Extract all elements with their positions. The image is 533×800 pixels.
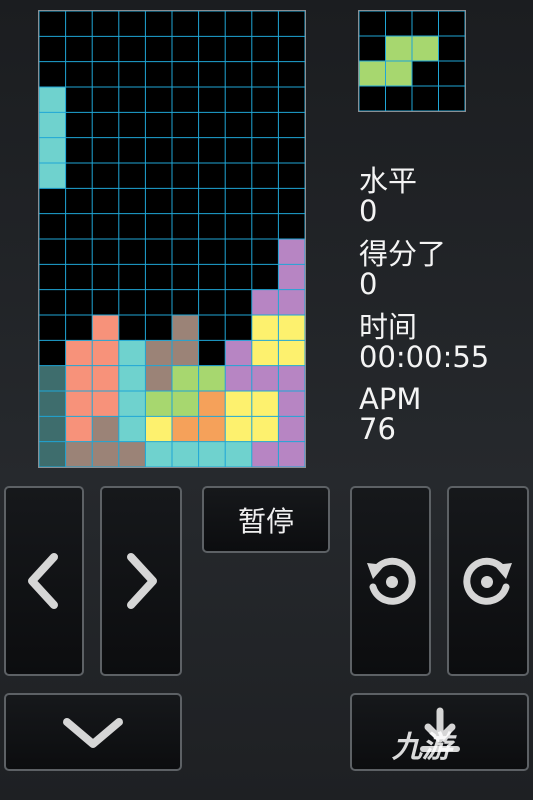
- board-grid: [39, 11, 305, 467]
- board-block: [118, 416, 146, 442]
- time-value: 00:00:55: [359, 340, 490, 374]
- preview-block: [412, 36, 439, 61]
- board-block: [278, 416, 305, 442]
- board-block: [65, 391, 93, 417]
- board-block: [92, 416, 119, 442]
- board-block: [39, 137, 66, 163]
- board-block: [251, 315, 279, 341]
- board-block: [65, 365, 93, 391]
- board-block: [225, 441, 252, 467]
- level-value: 0: [359, 194, 378, 228]
- board-block: [39, 391, 66, 417]
- level-label: 水平: [359, 164, 418, 198]
- board-block: [225, 391, 252, 417]
- board-block: [118, 340, 146, 366]
- preview-block: [385, 61, 412, 86]
- preview-grid: [359, 11, 465, 111]
- chevron-left-icon: [28, 553, 58, 609]
- game-board: [38, 10, 306, 468]
- pause-button[interactable]: 暂停: [202, 486, 330, 553]
- chevron-down-icon: [63, 718, 123, 748]
- apm-label: APM: [359, 382, 422, 416]
- move-left-button[interactable]: [4, 486, 84, 676]
- board-block: [225, 416, 252, 442]
- board-block: [65, 441, 93, 467]
- board-block: [198, 441, 226, 467]
- board-block: [172, 340, 199, 366]
- board-block: [198, 391, 226, 417]
- board-block: [65, 340, 93, 366]
- board-block: [145, 416, 172, 442]
- preview-block: [385, 36, 412, 61]
- move-right-button[interactable]: [100, 486, 182, 676]
- rotate-cw-icon: [463, 557, 512, 605]
- apm-value: 76: [359, 412, 396, 446]
- board-block: [118, 391, 146, 417]
- board-block: [92, 365, 119, 391]
- board-block: [145, 340, 172, 366]
- board-block: [172, 365, 199, 391]
- board-block: [278, 365, 305, 391]
- board-block: [251, 340, 279, 366]
- board-block: [172, 441, 199, 467]
- score-value: 0: [359, 267, 378, 301]
- board-block: [172, 416, 199, 442]
- board-block: [198, 365, 226, 391]
- rotate-cw-button[interactable]: [447, 486, 529, 676]
- board-block: [278, 289, 305, 315]
- time-label: 时间: [359, 310, 418, 344]
- board-block: [39, 87, 66, 113]
- board-block: [225, 340, 252, 366]
- board-block: [225, 365, 252, 391]
- rotate-ccw-icon: [366, 557, 416, 605]
- board-block: [278, 264, 305, 290]
- board-block: [278, 441, 305, 467]
- board-block: [251, 289, 279, 315]
- board-block: [39, 365, 66, 391]
- chevron-right-icon: [127, 553, 157, 609]
- board-block: [39, 416, 66, 442]
- board-block: [278, 315, 305, 341]
- score-label: 得分了: [359, 237, 447, 271]
- board-block: [145, 365, 172, 391]
- board-block: [278, 340, 305, 366]
- pause-button-label: 暂停: [237, 504, 294, 538]
- board-block: [39, 112, 66, 138]
- rotate-ccw-button[interactable]: [350, 486, 431, 676]
- watermark-text: 九游: [392, 730, 452, 765]
- board-block: [65, 416, 93, 442]
- board-block: [251, 365, 279, 391]
- board-block: [251, 416, 279, 442]
- board-block: [39, 163, 66, 189]
- board-block: [172, 391, 199, 417]
- board-block: [251, 441, 279, 467]
- board-block: [92, 441, 119, 467]
- board-block: [198, 416, 226, 442]
- board-block: [145, 391, 172, 417]
- next-piece-preview: [358, 10, 466, 112]
- soft-drop-button[interactable]: [4, 693, 182, 771]
- board-block: [278, 239, 305, 265]
- board-block: [118, 365, 146, 391]
- board-block: [92, 315, 119, 341]
- board-block: [172, 315, 199, 341]
- board-block: [92, 340, 119, 366]
- board-block: [118, 441, 146, 467]
- board-block: [251, 391, 279, 417]
- preview-block: [359, 61, 386, 86]
- board-block: [278, 391, 305, 417]
- board-block: [145, 441, 172, 467]
- board-block: [92, 391, 119, 417]
- board-block: [39, 441, 66, 467]
- watermark-logo: 九游: [392, 722, 452, 766]
